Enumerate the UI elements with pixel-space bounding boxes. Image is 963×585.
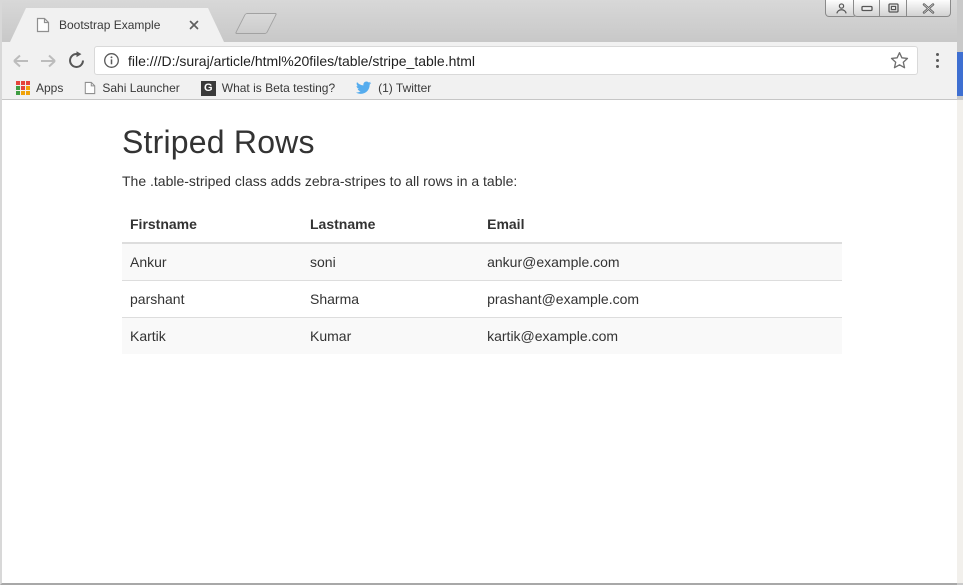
- table-header-row: Firstname Lastname Email: [122, 206, 842, 243]
- page-favicon-icon: [36, 17, 50, 33]
- col-header-lastname: Lastname: [302, 206, 479, 243]
- bookmark-label: What is Beta testing?: [222, 81, 335, 95]
- tab-close-icon[interactable]: [186, 17, 202, 33]
- cell-lastname: Kumar: [302, 318, 479, 355]
- background-surface: [957, 100, 963, 583]
- close-button[interactable]: [907, 0, 951, 17]
- background-window-sliver: [957, 0, 963, 585]
- bookmark-star-icon[interactable]: [890, 51, 909, 70]
- col-header-email: Email: [479, 206, 842, 243]
- page-icon: [84, 81, 96, 95]
- reload-icon: [67, 51, 86, 70]
- desktop-screen: Bootstrap Example: [0, 0, 963, 585]
- col-header-firstname: Firstname: [122, 206, 302, 243]
- back-arrow-icon: [11, 53, 30, 69]
- table-row: Kartik Kumar kartik@example.com: [122, 318, 842, 355]
- page-title: Striped Rows: [122, 124, 842, 161]
- bookmark-what-is-beta-testing[interactable]: G What is Beta testing?: [201, 81, 335, 96]
- tab-title: Bootstrap Example: [59, 18, 186, 32]
- page-description: The .table-striped class adds zebra-stri…: [122, 171, 842, 191]
- page-info-icon[interactable]: [103, 52, 120, 69]
- bookmarks-bar: Apps Sahi Launcher G What is Beta testin…: [2, 79, 957, 100]
- window-controls: [853, 0, 951, 17]
- web-page: Striped Rows The .table-striped class ad…: [2, 100, 957, 583]
- forward-arrow-icon: [39, 53, 58, 69]
- cell-firstname: Kartik: [122, 318, 302, 355]
- twitter-icon: [356, 81, 372, 95]
- g-badge-icon: G: [201, 81, 216, 96]
- cell-email: ankur@example.com: [479, 243, 842, 281]
- cell-firstname: parshant: [122, 281, 302, 318]
- bookmark-twitter[interactable]: (1) Twitter: [356, 81, 431, 95]
- tab-bootstrap-example[interactable]: Bootstrap Example: [10, 8, 224, 42]
- table-row: Ankur soni ankur@example.com: [122, 243, 842, 281]
- minimize-button[interactable]: [853, 0, 880, 17]
- bookmark-label: Apps: [36, 81, 63, 95]
- bookmark-apps[interactable]: Apps: [16, 81, 63, 95]
- browser-toolbar: file:///D:/suraj/article/html%20files/ta…: [2, 42, 957, 79]
- forward-button[interactable]: [34, 47, 62, 75]
- browser-window: Bootstrap Example: [0, 0, 958, 585]
- content-container: Striped Rows The .table-striped class ad…: [122, 124, 842, 354]
- profile-icon: [835, 2, 848, 15]
- cell-firstname: Ankur: [122, 243, 302, 281]
- striped-table: Firstname Lastname Email Ankur soni anku…: [122, 206, 842, 354]
- cell-lastname: Sharma: [302, 281, 479, 318]
- url-text[interactable]: file:///D:/suraj/article/html%20files/ta…: [128, 53, 890, 69]
- cell-lastname: soni: [302, 243, 479, 281]
- new-tab-button[interactable]: [235, 13, 278, 34]
- cell-email: prashant@example.com: [479, 281, 842, 318]
- tab-strip: Bootstrap Example: [2, 0, 957, 42]
- apps-grid-icon: [16, 81, 30, 95]
- background-accent: [957, 52, 963, 96]
- chrome-menu-button[interactable]: [925, 47, 949, 75]
- restore-button[interactable]: [880, 0, 907, 17]
- bookmark-label: Sahi Launcher: [102, 81, 179, 95]
- cell-email: kartik@example.com: [479, 318, 842, 355]
- back-button[interactable]: [6, 47, 34, 75]
- bookmark-sahi-launcher[interactable]: Sahi Launcher: [84, 81, 179, 95]
- table-row: parshant Sharma prashant@example.com: [122, 281, 842, 318]
- bookmark-label: (1) Twitter: [378, 81, 431, 95]
- address-bar[interactable]: file:///D:/suraj/article/html%20files/ta…: [94, 46, 918, 75]
- reload-button[interactable]: [62, 47, 90, 75]
